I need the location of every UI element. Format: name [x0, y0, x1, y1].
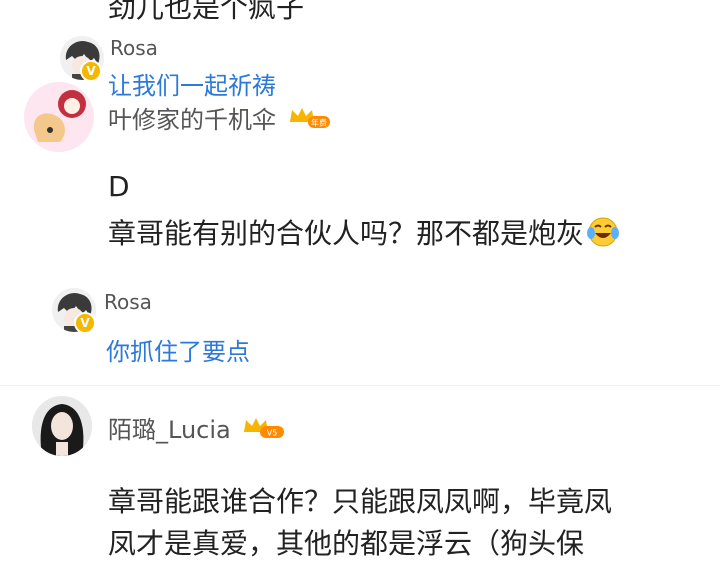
divider	[0, 385, 720, 386]
verified-badge-icon: V	[74, 312, 96, 334]
user-avatar[interactable]	[24, 82, 94, 152]
reply-username[interactable]: Rosa	[104, 290, 152, 314]
comment-line-2: 凤才是真爱，其他的都是浮云（狗头保	[108, 527, 585, 560]
crown-badge-icon: 年费	[288, 106, 332, 136]
username[interactable]: 陌璐_Lucia V5	[108, 410, 286, 446]
comment-line-1: D	[108, 170, 130, 203]
reply-username[interactable]: Rosa	[110, 36, 158, 60]
username-text[interactable]: 陌璐_Lucia	[108, 416, 231, 444]
username-text[interactable]: 叶修家的千机伞	[108, 106, 276, 134]
reply-text: 让我们一起祈祷	[108, 72, 276, 100]
user-avatar[interactable]	[32, 396, 92, 456]
reply-text: 你抓住了要点	[106, 338, 250, 366]
badge-label: V5	[267, 429, 278, 438]
comment-line-1: 章哥能跟谁合作？只能跟凤凤啊，毕竟凤	[108, 485, 613, 518]
comment-text-fragment: 劲儿也是个疯子	[108, 0, 305, 24]
vip-level-badge-icon: V5	[242, 416, 286, 446]
badge-label: 年费	[311, 118, 327, 128]
comment-line-2-text: 章哥能有别的合伙人吗？那不都是炮灰	[108, 217, 585, 250]
laughing-tears-emoji-icon	[586, 215, 620, 254]
verified-badge-icon: V	[80, 60, 102, 82]
username[interactable]: 叶修家的千机伞 年费	[108, 100, 332, 136]
comment-line-2: 章哥能有别的合伙人吗？那不都是炮灰	[108, 212, 620, 254]
